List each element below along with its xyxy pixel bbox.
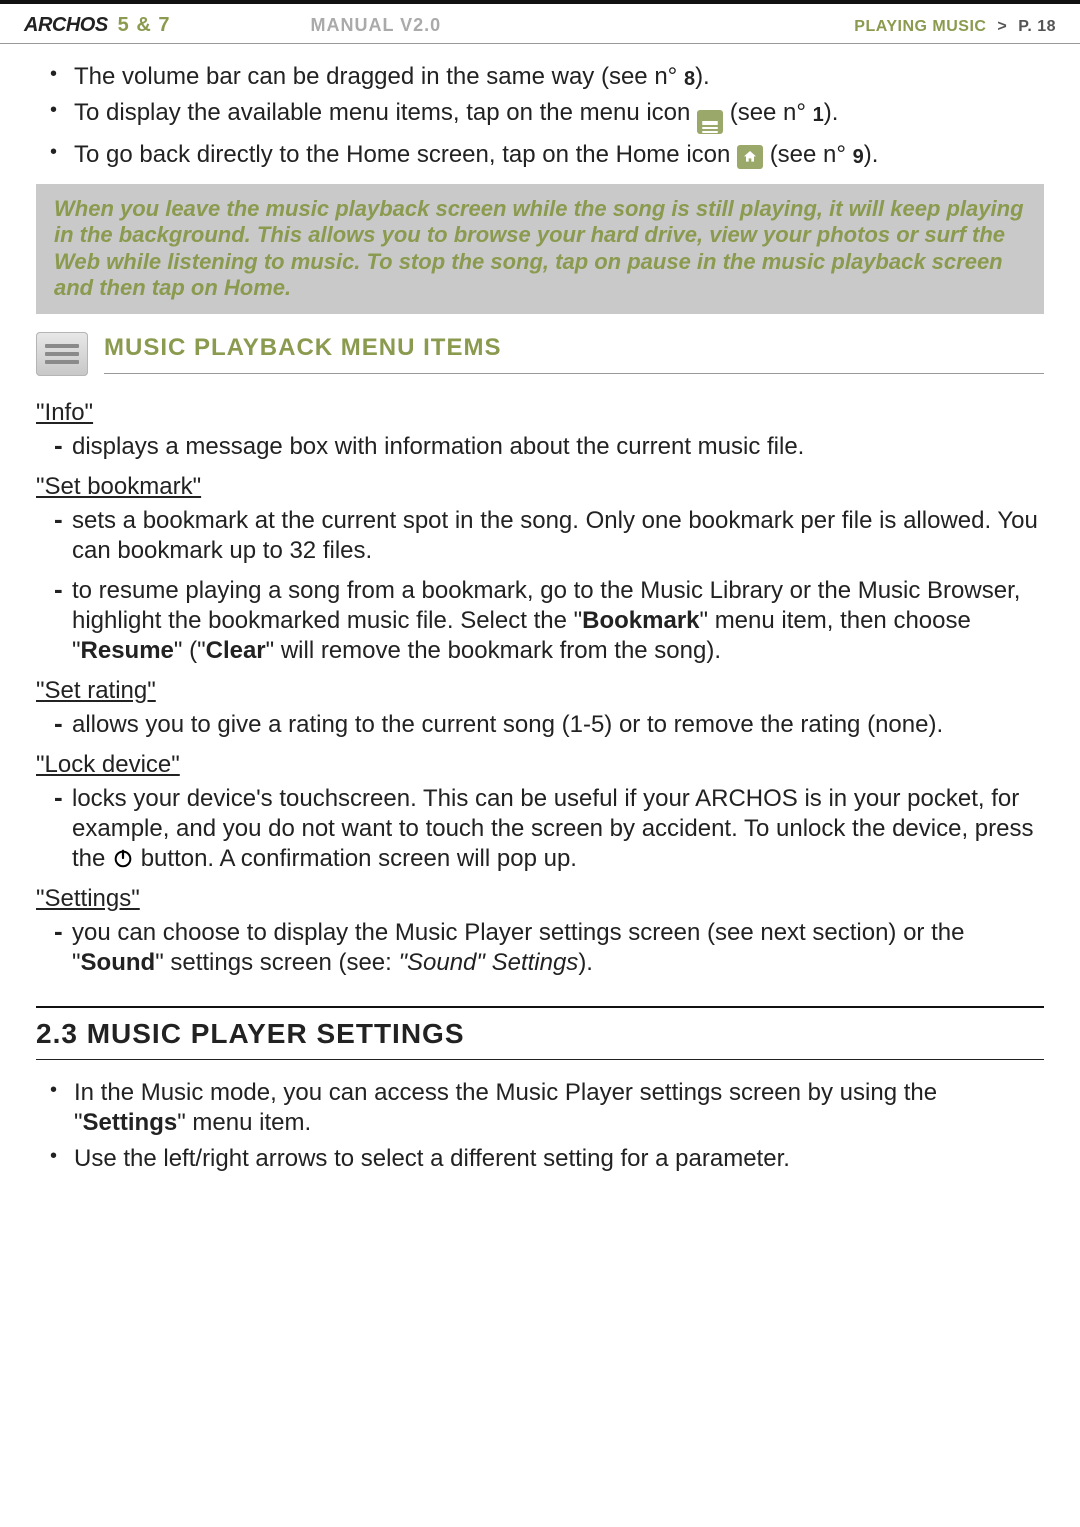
text: " will remove the bookmark from the song… xyxy=(266,637,721,664)
bold-text: Bookmark xyxy=(582,607,699,634)
list-item: allows you to give a rating to the curre… xyxy=(54,710,1044,740)
model-text: 5 & 7 xyxy=(118,14,171,37)
text: The volume bar can be dragged in the sam… xyxy=(74,63,684,90)
section-title: MUSIC PLAYBACK MENU ITEMS xyxy=(104,333,1044,363)
ref-digit: 8 xyxy=(684,67,695,92)
text: (see n° xyxy=(770,141,853,168)
menu-info-list: displays a message box with information … xyxy=(36,432,1044,462)
list-item: Use the left/right arrows to select a di… xyxy=(50,1144,1044,1174)
page-number: P. 18 xyxy=(1018,18,1056,35)
bold-text: Clear xyxy=(206,637,266,664)
text: " settings screen (see: xyxy=(155,949,398,976)
text: displays a message box with information … xyxy=(72,433,804,460)
text: " (" xyxy=(174,637,206,664)
italic-text: "Sound" Settings xyxy=(398,949,578,976)
text: ). xyxy=(578,949,593,976)
intro-bullet-list: The volume bar can be dragged in the sam… xyxy=(36,62,1044,170)
menu-list-icon xyxy=(36,332,88,376)
text: ). xyxy=(864,141,879,168)
header-section: PLAYING MUSIC xyxy=(854,18,986,35)
menu-term-lock-device: "Lock device" xyxy=(36,750,1044,780)
section-title-wrap: MUSIC PLAYBACK MENU ITEMS xyxy=(104,333,1044,374)
power-icon xyxy=(112,847,134,869)
heading-2-3: 2.3 MUSIC PLAYER SETTINGS xyxy=(36,1008,1044,1059)
text: sets a bookmark at the current spot in t… xyxy=(72,507,1038,564)
list-item: sets a bookmark at the current spot in t… xyxy=(54,506,1044,566)
text: button. A confirmation screen will pop u… xyxy=(141,845,577,872)
menu-term-set-bookmark: "Set bookmark" xyxy=(36,472,1044,502)
list-item: you can choose to display the Music Play… xyxy=(54,918,1044,978)
menu-term-set-rating: "Set rating" xyxy=(36,676,1044,706)
bold-text: Sound xyxy=(81,949,156,976)
menu-icon xyxy=(697,110,723,134)
bold-text: Settings xyxy=(83,1109,178,1136)
home-icon xyxy=(737,145,763,169)
list-item: locks your device's touchscreen. This ca… xyxy=(54,784,1044,874)
page-header: ARCHOS 5 & 7 MANUAL V2.0 PLAYING MUSIC >… xyxy=(0,0,1080,44)
brand-logo: ARCHOS xyxy=(24,14,108,37)
menu-term-settings: "Settings" xyxy=(36,884,1044,914)
menu-settings-list: you can choose to display the Music Play… xyxy=(36,918,1044,978)
menu-lock-device-list: locks your device's touchscreen. This ca… xyxy=(36,784,1044,874)
list-item: to resume playing a song from a bookmark… xyxy=(54,576,1044,666)
text: ). xyxy=(695,63,710,90)
text: " menu item. xyxy=(177,1109,311,1136)
settings-bullet-list: In the Music mode, you can access the Mu… xyxy=(36,1078,1044,1174)
section-header: MUSIC PLAYBACK MENU ITEMS xyxy=(36,332,1044,376)
text: allows you to give a rating to the curre… xyxy=(72,711,943,738)
menu-set-bookmark-list: sets a bookmark at the current spot in t… xyxy=(36,506,1044,666)
note-box: When you leave the music playback screen… xyxy=(36,184,1044,314)
text: (see n° xyxy=(730,99,813,126)
intro-bullet-1: The volume bar can be dragged in the sam… xyxy=(50,62,1044,92)
ref-digit: 9 xyxy=(853,145,864,170)
list-item: displays a message box with information … xyxy=(54,432,1044,462)
header-right: PLAYING MUSIC > P. 18 xyxy=(854,18,1056,36)
bold-text: Resume xyxy=(81,637,174,664)
text: To go back directly to the Home screen, … xyxy=(74,141,737,168)
rule xyxy=(36,1059,1044,1060)
list-item: In the Music mode, you can access the Mu… xyxy=(50,1078,1044,1138)
text: ). xyxy=(824,99,839,126)
text: Use the left/right arrows to select a di… xyxy=(74,1145,790,1172)
ref-digit: 1 xyxy=(813,103,824,128)
menu-set-rating-list: allows you to give a rating to the curre… xyxy=(36,710,1044,740)
text: To display the available menu items, tap… xyxy=(74,99,697,126)
intro-bullet-3: To go back directly to the Home screen, … xyxy=(50,140,1044,170)
chevron-right-icon: > xyxy=(997,18,1007,35)
intro-bullet-2: To display the available menu items, tap… xyxy=(50,98,1044,134)
menu-term-info: "Info" xyxy=(36,398,1044,428)
manual-version: MANUAL V2.0 xyxy=(310,15,441,36)
